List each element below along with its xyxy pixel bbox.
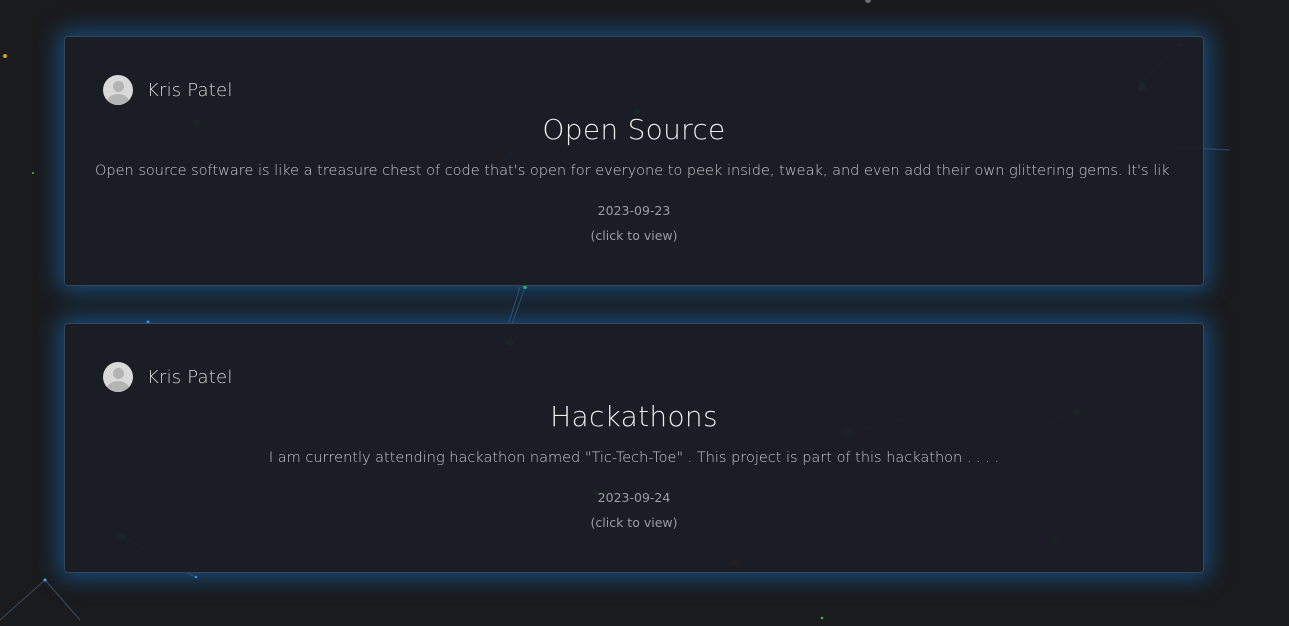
author-name: Kris Patel: [147, 79, 233, 101]
avatar: [103, 75, 133, 105]
post-title: Hackathons: [550, 400, 718, 433]
click-to-view-hint: (click to view): [590, 515, 678, 530]
avatar-body-icon: [107, 94, 129, 105]
post-author: Kris Patel: [103, 75, 233, 105]
post-date: 2023-09-24: [597, 490, 671, 505]
post-excerpt: I am currently attending hackathon named…: [268, 450, 1000, 466]
avatar-head-icon: [112, 368, 124, 379]
post-card[interactable]: Kris Patel Hackathons I am currently att…: [64, 323, 1204, 573]
avatar-body-icon: [107, 381, 129, 392]
post-title: Open Source: [542, 113, 726, 146]
post-author: Kris Patel: [103, 362, 233, 392]
click-to-view-hint: (click to view): [590, 228, 678, 243]
post-feed: Kris Patel Open Source Open source softw…: [64, 36, 1204, 573]
post-card[interactable]: Kris Patel Open Source Open source softw…: [64, 36, 1204, 286]
author-name: Kris Patel: [147, 366, 233, 388]
post-date: 2023-09-23: [597, 203, 671, 218]
post-excerpt: Open source software is like a treasure …: [95, 163, 1173, 179]
avatar: [103, 362, 133, 392]
avatar-head-icon: [112, 81, 124, 92]
